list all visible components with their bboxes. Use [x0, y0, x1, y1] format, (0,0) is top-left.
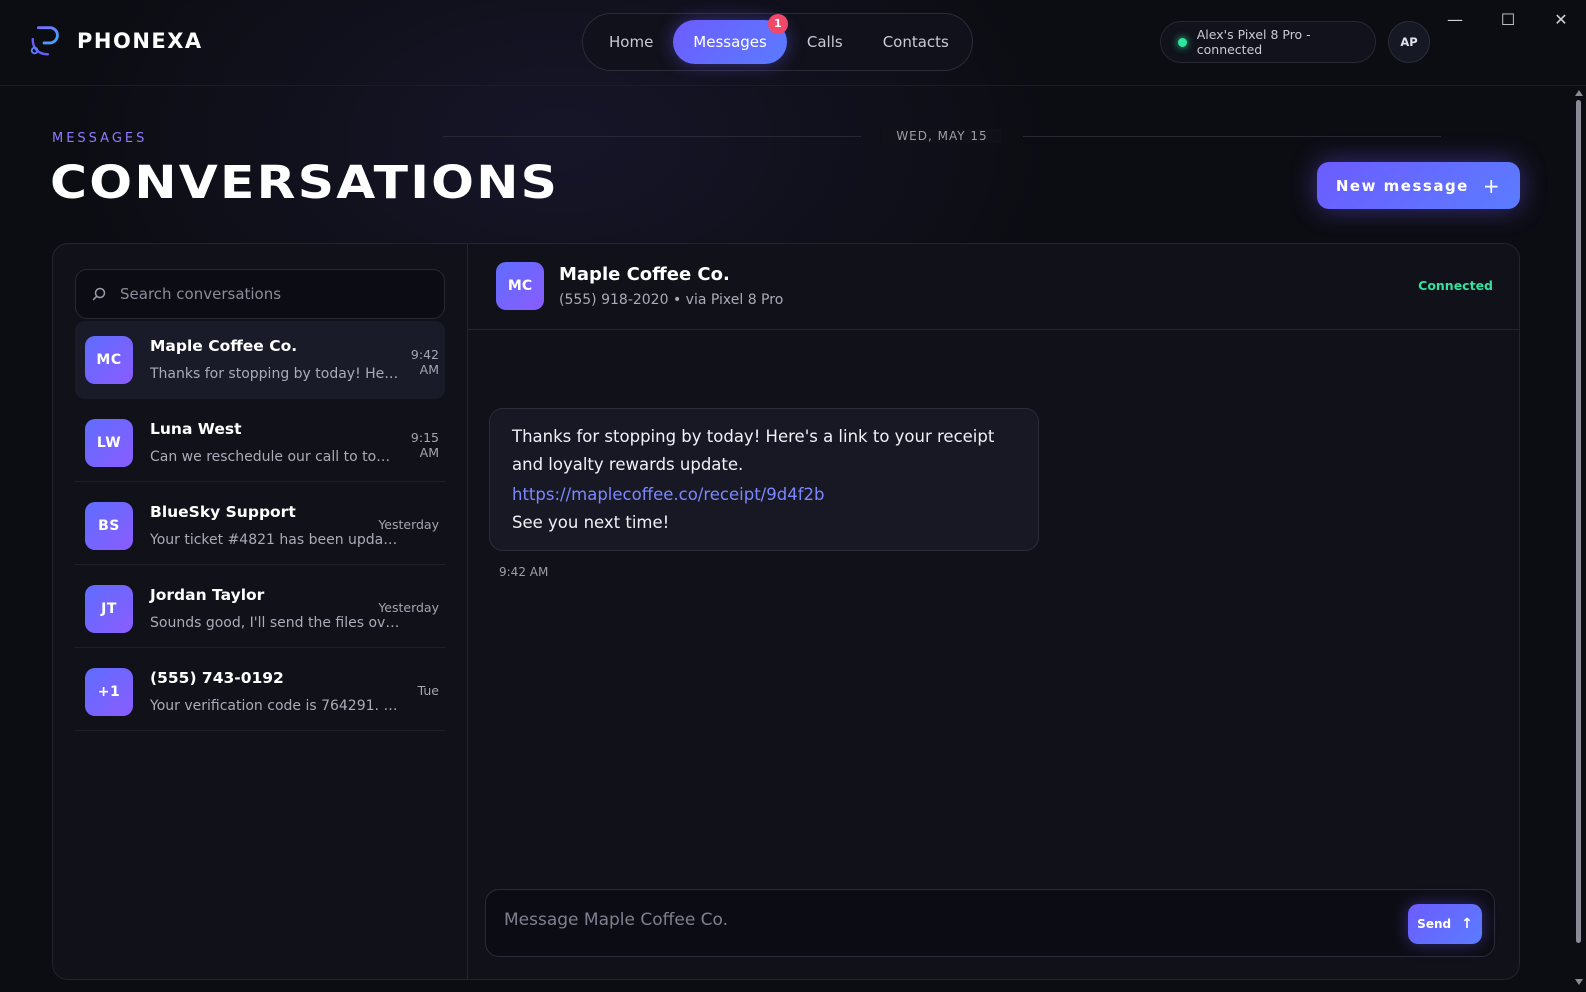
date-separator: WED, MAY 15	[443, 126, 1441, 146]
conversation-name: Maple Coffee Co.	[150, 337, 298, 355]
message-composer: Send ↑	[485, 889, 1495, 957]
new-message-button[interactable]: New message +	[1317, 162, 1520, 209]
send-label: Send	[1417, 917, 1452, 931]
conversation-time: Yesterday	[378, 600, 439, 615]
avatar: MC	[85, 336, 133, 384]
message-text: Thanks for stopping by today! Here's a l…	[512, 427, 995, 474]
scrollbar[interactable]	[1572, 86, 1586, 992]
conversation-item[interactable]: MC Maple Coffee Co. Thanks for stopping …	[75, 321, 445, 399]
scroll-up-icon[interactable]	[1575, 90, 1583, 96]
conversation-preview: Your verification code is 764291. It...	[150, 698, 400, 714]
conversation-list: MC Maple Coffee Co. Thanks for stopping …	[53, 244, 468, 979]
message-closing: See you next time!	[512, 513, 670, 532]
online-dot-icon	[1178, 37, 1187, 47]
conversation-name: (555) 743-0192	[150, 669, 284, 687]
plus-icon: +	[1482, 173, 1502, 198]
brand[interactable]: PHONEXA	[27, 22, 203, 60]
user-avatar[interactable]: AP	[1388, 21, 1430, 63]
conversation-time: 9:42 AM	[410, 347, 439, 377]
conversation-name: BlueSky Support	[150, 503, 296, 521]
message-link[interactable]: https://maplecoffee.co/receipt/9d4f2b	[512, 481, 1016, 509]
avatar: MC	[496, 262, 544, 310]
scroll-down-icon[interactable]	[1575, 979, 1583, 985]
new-message-label: New message	[1335, 176, 1469, 195]
nav-calls[interactable]: Calls	[787, 20, 863, 64]
avatar: +1	[85, 668, 133, 716]
search-box[interactable]	[75, 269, 445, 319]
nav-contacts[interactable]: Contacts	[863, 20, 969, 64]
conversation-name: Jordan Taylor	[150, 586, 265, 604]
conversation-preview: Your ticket #4821 has been updated....	[150, 532, 400, 548]
chat-contact-subtitle: (555) 918-2020 • via Pixel 8 Pro	[559, 292, 784, 308]
logo-icon	[30, 26, 59, 56]
app-window: PHONEXA Home Messages 1 Calls Contacts A…	[0, 0, 1586, 992]
conversation-time: 9:15 AM	[410, 430, 439, 460]
nav-messages-label: Messages	[693, 33, 767, 51]
unread-badge: 1	[767, 14, 788, 34]
connection-status: Connected	[1418, 278, 1493, 293]
chat-header: MC Maple Coffee Co. (555) 918-2020 • via…	[468, 244, 1519, 330]
search-icon	[92, 287, 106, 301]
close-icon[interactable]: ✕	[1549, 10, 1573, 29]
brand-name: PHONEXA	[77, 29, 203, 53]
search-input[interactable]	[120, 285, 410, 303]
messages-panel: MC Maple Coffee Co. Thanks for stopping …	[52, 243, 1520, 980]
avatar: JT	[85, 585, 133, 633]
send-button[interactable]: Send ↑	[1408, 904, 1482, 944]
section-eyebrow: MESSAGES	[52, 131, 148, 146]
conversation-preview: Thanks for stopping by today! Here's...	[150, 366, 400, 382]
minimize-icon[interactable]: —	[1443, 10, 1467, 29]
nav-home[interactable]: Home	[589, 20, 673, 64]
conversation-item[interactable]: LW Luna West Can we reschedule our call …	[75, 404, 445, 482]
date-label: WED, MAY 15	[882, 129, 1002, 143]
main-nav: Home Messages 1 Calls Contacts	[582, 13, 973, 71]
message-bubble: Thanks for stopping by today! Here's a l…	[489, 408, 1039, 551]
chat-contact-name: Maple Coffee Co.	[559, 264, 730, 285]
maximize-icon[interactable]: ☐	[1496, 10, 1520, 29]
arrow-up-icon: ↑	[1461, 916, 1473, 932]
message-input[interactable]	[504, 910, 1354, 930]
message-time: 9:42 AM	[499, 565, 549, 579]
conversation-time: Tue	[417, 683, 439, 698]
scroll-thumb[interactable]	[1576, 100, 1581, 943]
avatar: BS	[85, 502, 133, 550]
conversation-item[interactable]: JT Jordan Taylor Sounds good, I'll send …	[75, 570, 445, 648]
nav-messages[interactable]: Messages 1	[673, 14, 788, 64]
device-status[interactable]: Alex's Pixel 8 Pro - connected	[1160, 21, 1376, 63]
conversation-item[interactable]: +1 (555) 743-0192 Your verification code…	[75, 653, 445, 731]
conversation-time: Yesterday	[378, 517, 439, 532]
conversation-item[interactable]: BS BlueSky Support Your ticket #4821 has…	[75, 487, 445, 565]
top-bar: PHONEXA Home Messages 1 Calls Contacts A…	[0, 0, 1586, 86]
conversation-name: Luna West	[150, 420, 242, 438]
avatar: LW	[85, 419, 133, 467]
conversation-preview: Can we reschedule our call to tomor...	[150, 449, 400, 465]
device-status-text: Alex's Pixel 8 Pro - connected	[1196, 27, 1311, 57]
page-title: CONVERSATIONS	[50, 156, 560, 209]
conversation-preview: Sounds good, I'll send the files over...	[150, 615, 400, 631]
